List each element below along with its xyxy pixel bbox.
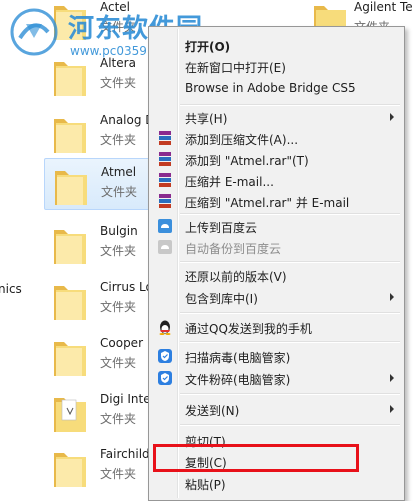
folder-name: Fairchild	[100, 447, 150, 461]
menu-item-label: 自动备份到百度云	[185, 242, 282, 256]
menu-item-add-to-archive[interactable]: 添加到压缩文件(A)...	[151, 127, 402, 149]
menu-item-file-shred[interactable]: 文件粉碎(电脑管家)	[151, 367, 402, 389]
menu-item-open-new-window[interactable]: 在新窗口中打开(E)	[151, 55, 402, 77]
baidu-cloud-icon	[158, 240, 172, 254]
folder-name: Cirrus Lo	[100, 280, 153, 294]
folder-type: 文件夹	[101, 185, 138, 199]
folder-name: Bulgin	[100, 224, 138, 238]
menu-separator	[180, 393, 400, 395]
menu-item-label: 添加到 "Atmel.rar"(T)	[185, 154, 309, 168]
folder-type: 文件夹	[100, 412, 137, 426]
qq-penguin-icon	[159, 320, 171, 335]
winrar-icon	[159, 152, 171, 166]
menu-item-label: 共享(H)	[185, 112, 228, 126]
folder-type: 文件夹	[100, 467, 137, 481]
folder-icon	[55, 171, 87, 205]
winrar-icon	[159, 131, 171, 145]
menu-item-include-in-library[interactable]: 包含到库中(I)	[151, 286, 402, 308]
folder-type: 文件夹	[100, 133, 137, 147]
folder-icon	[54, 453, 86, 487]
menu-item-browse-bridge[interactable]: Browse in Adobe Bridge CS5	[151, 77, 402, 99]
folder-name: Cooper	[100, 336, 143, 350]
folder-name: Agilent Te	[354, 0, 413, 14]
menu-item-label: 还原以前的版本(V)	[185, 270, 287, 284]
baidu-cloud-icon	[158, 219, 172, 233]
folder-with-document-icon	[54, 398, 86, 432]
folder-name: Altera	[100, 56, 136, 70]
menu-item-label: 文件粉碎(电脑管家)	[185, 373, 291, 387]
menu-item-label: 在新窗口中打开(E)	[185, 61, 286, 75]
menu-item-label: 扫描病毒(电脑管家)	[185, 351, 291, 365]
folder-icon	[54, 119, 86, 153]
folder-icon	[54, 6, 86, 40]
winrar-icon	[159, 194, 171, 208]
submenu-arrow-icon	[390, 113, 394, 121]
folder-type: 文件夹	[100, 300, 137, 314]
folder-icon	[54, 230, 86, 264]
menu-separator	[180, 341, 400, 343]
menu-item-label: 粘贴(P)	[185, 478, 226, 492]
submenu-arrow-icon	[390, 293, 394, 301]
folder-type: 文件夹	[100, 20, 137, 34]
menu-item-label: 打开(O)	[185, 40, 231, 54]
menu-separator	[180, 312, 400, 314]
menu-item-paste[interactable]: 粘贴(P)	[151, 472, 402, 494]
menu-item-share[interactable]: 共享(H)	[151, 106, 402, 128]
submenu-arrow-icon	[390, 374, 394, 382]
menu-item-label: 通过QQ发送到我的手机	[185, 322, 312, 336]
copy-highlight-annotation	[153, 444, 359, 472]
tencent-shield-icon	[158, 349, 172, 363]
menu-item-label: 压缩并 E-mail...	[185, 175, 274, 189]
menu-item-upload-baidu[interactable]: 上传到百度云	[151, 215, 402, 237]
tencent-shield-icon	[158, 371, 172, 385]
menu-item-label: 上传到百度云	[185, 221, 258, 235]
folder-icon	[54, 342, 86, 376]
menu-item-label: Browse in Adobe Bridge CS5	[185, 81, 356, 95]
menu-separator	[180, 424, 400, 426]
folder-type: 文件夹	[100, 76, 137, 90]
menu-separator	[180, 261, 400, 263]
menu-item-label: 压缩到 "Atmel.rar" 并 E-mail	[185, 196, 350, 210]
menu-item-restore-previous[interactable]: 还原以前的版本(V)	[151, 264, 402, 286]
menu-item-label: 添加到压缩文件(A)...	[185, 133, 299, 147]
winrar-icon	[159, 173, 171, 187]
menu-item-open[interactable]: 打开(O)	[151, 34, 402, 56]
menu-item-add-to-atmel-rar[interactable]: 添加到 "Atmel.rar"(T)	[151, 148, 402, 170]
menu-item-auto-backup-baidu: 自动备份到百度云	[151, 236, 402, 258]
menu-item-label: 包含到库中(I)	[185, 292, 258, 306]
folder-icon	[54, 286, 86, 320]
folder-type: 文件夹	[100, 244, 137, 258]
menu-item-compress-email[interactable]: 压缩并 E-mail...	[151, 169, 402, 191]
folder-name: Digi Inte	[100, 392, 151, 406]
submenu-arrow-icon	[390, 405, 394, 413]
menu-item-qq-send-phone[interactable]: 通过QQ发送到我的手机	[151, 316, 402, 338]
folder-name: Atmel	[101, 165, 137, 179]
menu-item-send-to[interactable]: 发送到(N)	[151, 398, 402, 420]
menu-item-compress-to-atmel-rar-email[interactable]: 压缩到 "Atmel.rar" 并 E-mail	[151, 190, 402, 212]
partial-folder-name: nics	[0, 282, 22, 296]
menu-item-scan-virus[interactable]: 扫描病毒(电脑管家)	[151, 345, 402, 367]
folder-name: Actel	[100, 0, 131, 14]
folder-type: 文件夹	[100, 356, 137, 370]
folder-icon	[54, 62, 86, 96]
menu-item-label: 发送到(N)	[185, 404, 240, 418]
context-menu: 打开(O) 在新窗口中打开(E) Browse in Adobe Bridge …	[148, 26, 405, 501]
